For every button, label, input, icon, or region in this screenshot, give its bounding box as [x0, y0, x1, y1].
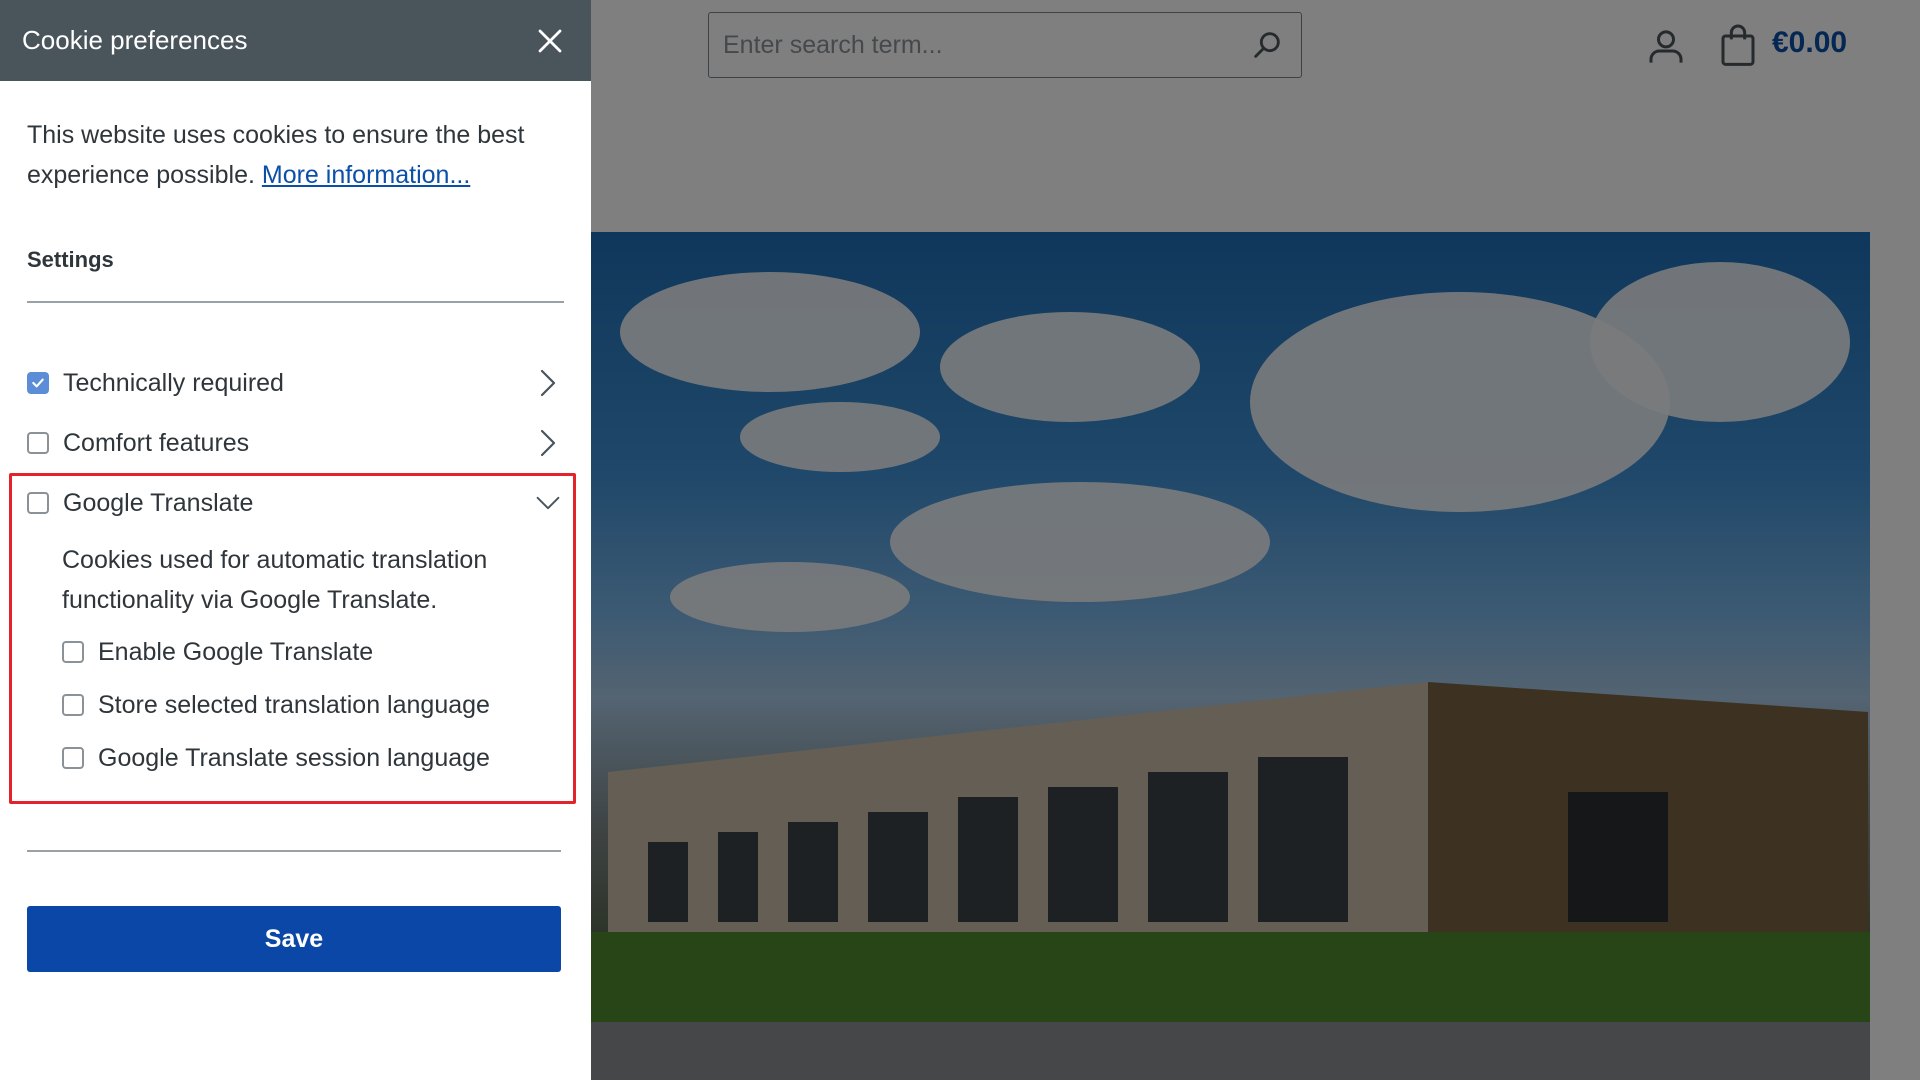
panel-header: Cookie preferences	[0, 0, 591, 81]
category-comfort-features[interactable]: Comfort features	[27, 423, 561, 463]
divider	[27, 850, 561, 852]
category-technically-required[interactable]: Technically required	[27, 363, 561, 403]
settings-heading: Settings	[27, 247, 114, 272]
checkbox-comfort-features[interactable]	[27, 432, 49, 454]
close-icon[interactable]	[535, 26, 565, 56]
divider	[27, 301, 564, 303]
category-label: Technically required	[63, 368, 284, 397]
chevron-right-icon[interactable]	[535, 428, 561, 458]
cookie-preferences-panel: Cookie preferences This website uses coo…	[0, 0, 591, 1080]
category-label: Comfort features	[63, 428, 250, 457]
panel-title: Cookie preferences	[22, 25, 248, 55]
more-information-link[interactable]: More information...	[262, 161, 470, 189]
intro-text: This website uses cookies to ensure the …	[27, 115, 564, 195]
save-button[interactable]: Save	[27, 906, 561, 972]
checkbox-technically-required[interactable]	[27, 372, 49, 394]
chevron-right-icon[interactable]	[535, 368, 561, 398]
highlight-box	[9, 473, 576, 804]
